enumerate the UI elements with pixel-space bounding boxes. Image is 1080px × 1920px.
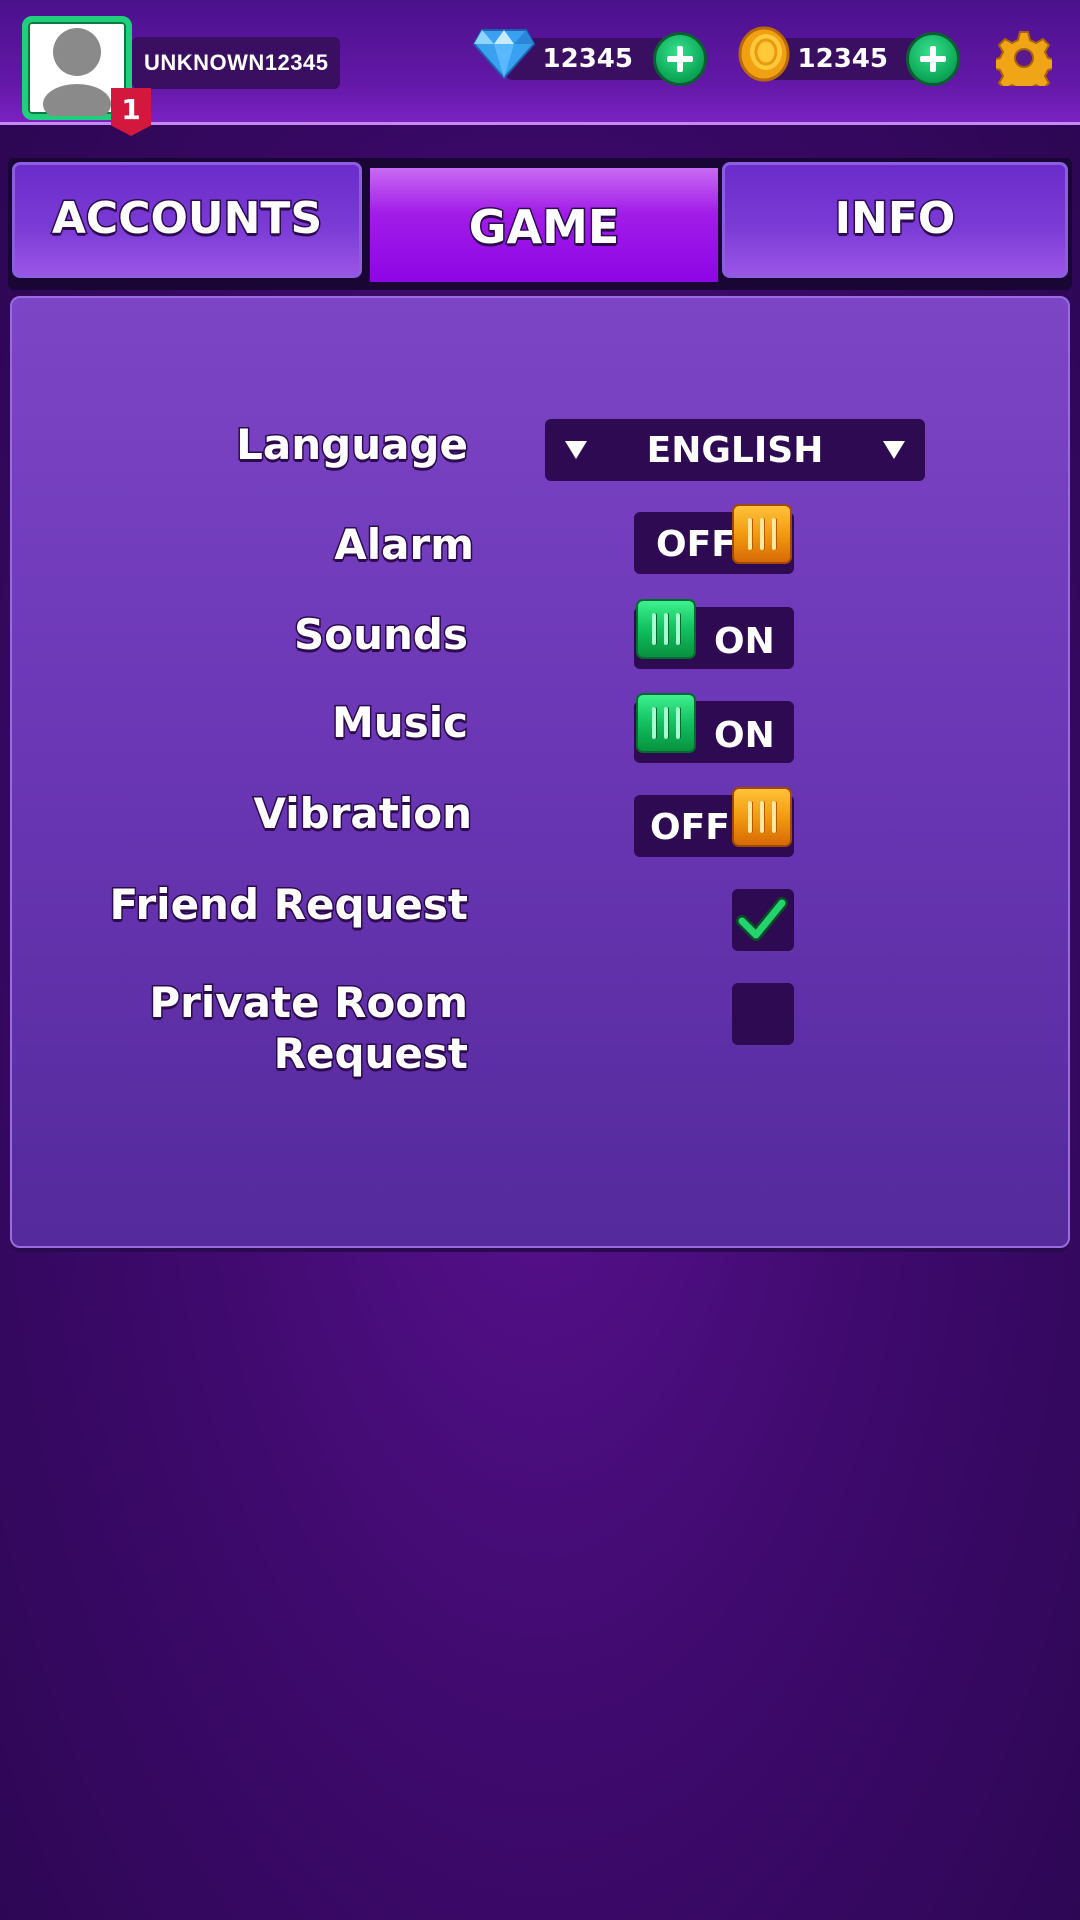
- sounds-label: Sounds: [293, 609, 470, 661]
- toggle-knob: [732, 504, 792, 564]
- alarm-label: Alarm: [333, 519, 476, 571]
- gems-amount: 12345: [542, 44, 633, 74]
- language-value: ENGLISH: [646, 430, 824, 471]
- private-room-request-label-line2: Request: [272, 1028, 469, 1080]
- checkmark-icon: [736, 897, 788, 941]
- music-label: Music: [331, 697, 470, 749]
- coin-icon: [738, 26, 790, 82]
- level-number: 1: [121, 93, 141, 126]
- sounds-toggle[interactable]: ON: [634, 599, 794, 669]
- language-dropdown[interactable]: ENGLISH: [545, 419, 925, 481]
- toggle-knob: [732, 787, 792, 847]
- vibration-state: OFF: [650, 807, 730, 848]
- alarm-state: OFF: [656, 524, 736, 565]
- vibration-label: Vibration: [252, 788, 474, 840]
- user-silhouette-icon: [43, 28, 111, 116]
- toggle-knob: [636, 693, 696, 753]
- tab-info[interactable]: INFO: [722, 162, 1068, 278]
- gear-icon[interactable]: [996, 30, 1052, 86]
- username: UNKNOWN12345: [144, 50, 329, 75]
- coins-amount: 12345: [797, 44, 888, 74]
- alarm-toggle[interactable]: OFF: [634, 504, 794, 574]
- music-toggle[interactable]: ON: [634, 693, 794, 763]
- sounds-state: ON: [714, 621, 775, 662]
- username-box: UNKNOWN12345: [132, 37, 340, 89]
- tab-accounts[interactable]: ACCOUNTS: [12, 162, 362, 278]
- diamond-icon: [472, 29, 536, 80]
- friend-request-checkbox[interactable]: [732, 889, 794, 951]
- toggle-knob: [636, 599, 696, 659]
- settings-tabs: ACCOUNTS GAME INFO: [8, 158, 1072, 290]
- level-badge: 1: [111, 88, 151, 136]
- dropdown-arrow-icon: [883, 441, 905, 459]
- add-coins-button[interactable]: [906, 32, 960, 86]
- tab-game[interactable]: GAME: [366, 164, 722, 286]
- music-state: ON: [714, 715, 775, 756]
- friend-request-label: Friend Request: [108, 879, 470, 931]
- private-room-request-label-line1: Private Room: [148, 977, 470, 1029]
- private-room-request-checkbox[interactable]: [732, 983, 794, 1045]
- language-label: Language: [235, 419, 470, 471]
- add-gems-button[interactable]: [653, 32, 707, 86]
- vibration-toggle[interactable]: OFF: [634, 787, 794, 857]
- top-bar: UNKNOWN12345 1 12345 12345: [0, 0, 1080, 136]
